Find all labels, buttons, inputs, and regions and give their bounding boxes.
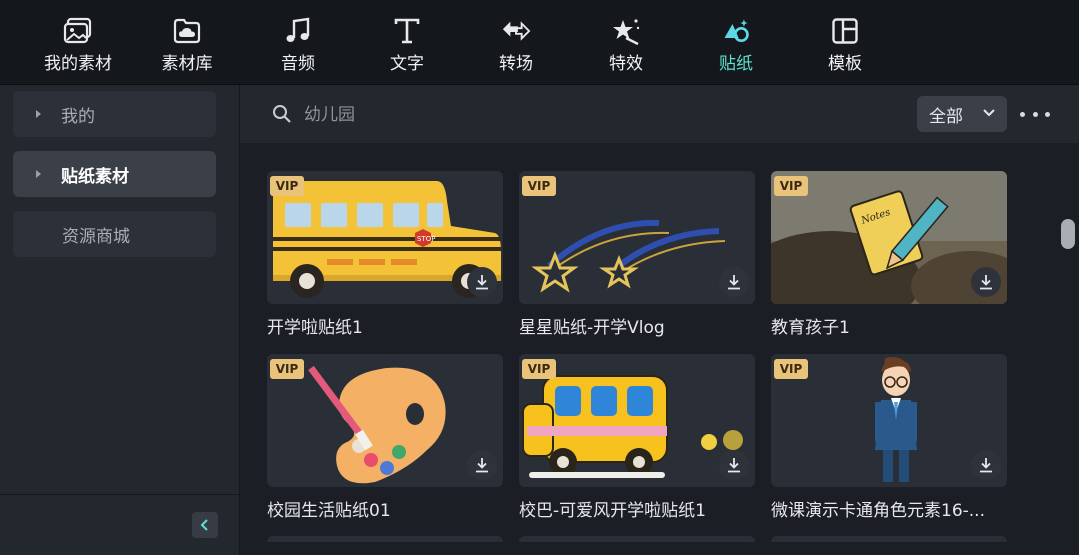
search-input[interactable] — [302, 99, 806, 131]
tab-label: 文字 — [390, 54, 424, 74]
tab-text[interactable]: 文字 — [357, 0, 457, 84]
expand-triangle-icon — [36, 110, 41, 118]
sticker-thumbnail: VIP — [519, 354, 755, 487]
tab-label: 模板 — [828, 54, 862, 74]
vip-badge: VIP — [522, 176, 556, 196]
library-cloud-icon — [172, 16, 202, 46]
vip-badge: VIP — [774, 176, 808, 196]
tab-audio[interactable]: 音频 — [248, 0, 348, 84]
chevron-down-icon — [983, 109, 995, 117]
my-media-icon — [63, 16, 93, 46]
sticker-title: 星星贴纸-开学Vlog — [519, 318, 665, 338]
sidebar-item-sticker-assets[interactable]: 贴纸素材 — [13, 151, 216, 197]
sidebar-item-label: 我的 — [61, 106, 95, 127]
tab-label: 音频 — [281, 54, 315, 74]
download-icon — [476, 458, 488, 473]
tab-my-media[interactable]: 我的素材 — [28, 0, 128, 84]
download-icon — [476, 275, 488, 290]
expand-triangle-icon — [36, 170, 41, 178]
sidebar-item-label: 资源商城 — [62, 226, 130, 247]
scrollbar-thumb[interactable] — [1061, 219, 1075, 249]
tab-templates[interactable]: 模板 — [795, 0, 895, 84]
sticker-card-partial[interactable] — [267, 536, 503, 542]
top-toolbar: 我的素材 素材库 音频 文字 转场 特效 贴纸 模板 — [0, 0, 1079, 85]
sticker-thumbnail: Notes VIP — [771, 171, 1007, 304]
effects-star-icon — [611, 16, 641, 46]
tab-label: 素材库 — [161, 54, 213, 74]
sticker-title: 校园生活贴纸01 — [267, 501, 391, 521]
sticker-shapes-icon — [721, 16, 751, 46]
text-t-icon — [392, 16, 422, 46]
sticker-thumbnail: VIP — [267, 354, 503, 487]
chevron-left-icon — [200, 519, 208, 531]
transition-arrows-icon — [501, 16, 531, 46]
sticker-thumbnail: VIP — [519, 171, 755, 304]
tab-transitions[interactable]: 转场 — [466, 0, 566, 84]
collapse-sidebar-button[interactable] — [192, 512, 218, 538]
sticker-thumbnail: STOP VIP — [267, 171, 503, 304]
template-layout-icon — [830, 16, 860, 46]
download-icon — [980, 275, 992, 290]
sticker-card-partial[interactable] — [771, 536, 1007, 542]
vip-badge: VIP — [270, 176, 304, 196]
download-icon — [728, 458, 740, 473]
vip-badge: VIP — [774, 359, 808, 379]
download-button[interactable] — [467, 267, 497, 297]
sticker-title: 微课演示卡通角色元素16-... — [771, 501, 985, 521]
tab-label: 特效 — [609, 54, 643, 74]
sticker-title: 校巴-可爱风开学啦贴纸1 — [519, 501, 706, 521]
sidebar: 我的 贴纸素材 资源商城 — [0, 85, 240, 555]
tab-effects[interactable]: 特效 — [576, 0, 676, 84]
svg-text:STOP: STOP — [417, 235, 435, 243]
sticker-card-partial[interactable] — [519, 536, 755, 542]
sticker-title: 教育孩子1 — [771, 318, 850, 338]
tab-label: 我的素材 — [44, 54, 112, 74]
music-note-icon — [283, 16, 313, 46]
download-button[interactable] — [719, 450, 749, 480]
filter-label: 全部 — [929, 106, 963, 127]
sidebar-footer — [0, 494, 239, 555]
vip-badge: VIP — [522, 359, 556, 379]
sidebar-item-label: 贴纸素材 — [61, 166, 129, 187]
sidebar-item-mine[interactable]: 我的 — [13, 91, 216, 137]
download-icon — [980, 458, 992, 473]
download-button[interactable] — [719, 267, 749, 297]
tab-label: 贴纸 — [719, 54, 753, 74]
more-dots-icon[interactable] — [1020, 102, 1050, 126]
sticker-title: 开学啦贴纸1 — [267, 318, 363, 338]
filter-dropdown[interactable]: 全部 — [917, 96, 1007, 132]
search-icon — [273, 105, 291, 123]
sidebar-item-resource-store[interactable]: 资源商城 — [13, 211, 216, 257]
vip-badge: VIP — [270, 359, 304, 379]
tab-library[interactable]: 素材库 — [137, 0, 237, 84]
download-button[interactable] — [971, 450, 1001, 480]
download-button[interactable] — [971, 267, 1001, 297]
tab-label: 转场 — [499, 54, 533, 74]
tab-stickers[interactable]: 贴纸 — [686, 0, 786, 84]
search-bar: 全部 — [240, 85, 1079, 143]
download-button[interactable] — [467, 450, 497, 480]
download-icon — [728, 275, 740, 290]
sticker-grid: STOP VIP 开学啦贴纸1 VIP 星星贴纸-开学Vlog Notes VI… — [240, 144, 1079, 555]
sticker-thumbnail: VIP — [771, 354, 1007, 487]
